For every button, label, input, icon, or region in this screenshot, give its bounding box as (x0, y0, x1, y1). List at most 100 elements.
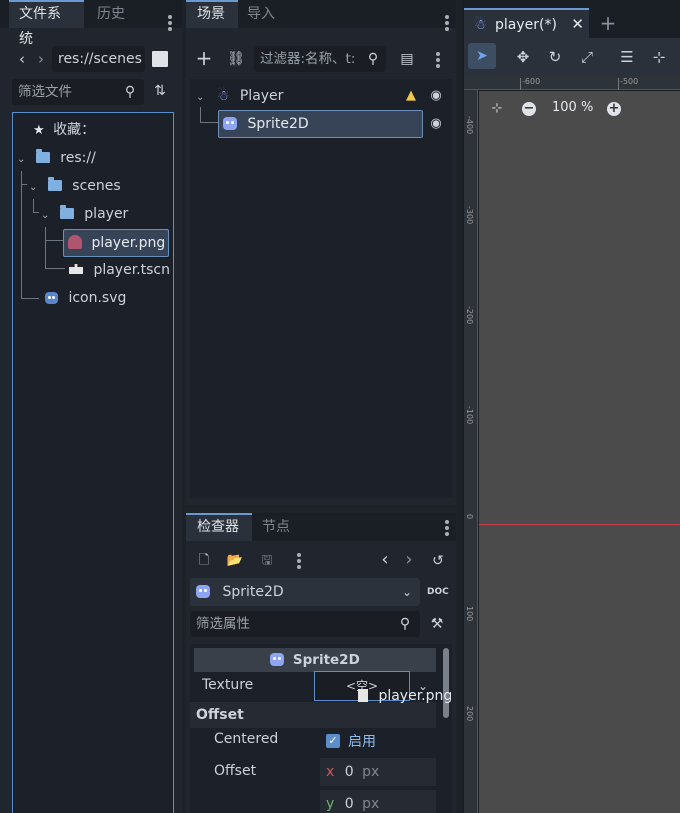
scale-tool-icon[interactable]: ⤢ (578, 47, 596, 67)
history-back-icon[interactable]: ‹ (378, 550, 392, 570)
history-forward-icon[interactable]: › (402, 550, 416, 570)
link-icon[interactable]: ⛓ (226, 49, 246, 69)
tree-item-icon-svg[interactable]: icon.svg (45, 285, 126, 311)
tree-item-label: player.png (91, 235, 166, 251)
tree-item-label: player.tscn (93, 262, 170, 278)
scene-menu-icon[interactable] (445, 15, 449, 31)
forward-icon[interactable]: › (33, 49, 49, 69)
drag-preview-label: player.png (378, 688, 453, 704)
property-filter-input[interactable]: 筛选属性 (190, 611, 420, 637)
doc-icon[interactable]: DOC (427, 582, 449, 602)
file-icon (358, 689, 368, 702)
search-icon: ⚲ (124, 84, 136, 100)
inspector-menu-icon[interactable] (445, 520, 449, 536)
scene-tabbar: 场景 导入 (186, 0, 456, 31)
center-view-icon[interactable]: ⊹ (488, 99, 506, 119)
sort-icon[interactable]: ⇅ (151, 81, 169, 101)
scene-tab[interactable]: ☃ player(*) ✕ (464, 8, 589, 38)
node-select-value: Sprite2D (222, 584, 284, 600)
unit-label: px (362, 764, 380, 780)
add-node-icon[interactable]: + (194, 48, 214, 68)
favorites-row[interactable]: ★ 收藏： (33, 117, 95, 143)
ruler-label: -300 (465, 206, 474, 225)
tree-item-player-folder[interactable]: ⌄ player (41, 201, 128, 227)
close-icon[interactable]: ✕ (571, 15, 584, 33)
tools-icon[interactable]: ⚒ (428, 614, 446, 634)
ruler-label: -100 (465, 406, 474, 425)
tab-history[interactable]: 历史 (87, 0, 135, 28)
left-ruler: -400 -300 -200 -100 0 100 200 (464, 90, 478, 813)
zoom-out-button[interactable]: − (522, 102, 536, 116)
visibility-eye-icon[interactable]: ◉ (428, 86, 444, 106)
tree-item-label: player (84, 206, 129, 222)
chevron-down-icon: ⌄ (41, 210, 50, 221)
rotate-tool-icon[interactable]: ↻ (546, 47, 564, 67)
tab-scene[interactable]: 场景 (186, 0, 238, 28)
tree-item-label: icon.svg (68, 290, 127, 306)
drag-preview: player.png (358, 688, 452, 704)
ruler-tick (520, 78, 521, 90)
editor-toolbar: ➤ ✥ ↻ ⤢ ☰ ⊹ (464, 38, 680, 76)
section-header[interactable]: Sprite2D (194, 648, 436, 672)
tab-import[interactable]: 导入 (237, 0, 285, 28)
centered-checkbox[interactable]: ✓ (326, 734, 340, 748)
centered-value: 启用 (348, 734, 376, 750)
zoom-level[interactable]: 100 % (552, 100, 593, 115)
node-select[interactable]: Sprite2D (190, 578, 420, 606)
godot-icon (45, 292, 58, 304)
tree-item-res[interactable]: ⌄ res:// (17, 145, 96, 171)
offset-y-field[interactable]: y 0 px (320, 790, 436, 813)
pivot-tool-icon[interactable]: ⊹ (650, 47, 668, 67)
node-player[interactable]: ⌄ ☃ Player (196, 83, 283, 109)
filesystem-menu-icon[interactable] (168, 15, 172, 31)
list-select-icon[interactable]: ☰ (618, 47, 636, 67)
scene-tab-title: player(*) (495, 17, 557, 33)
script-add-icon[interactable]: ▤ (398, 49, 416, 69)
tree-item-player-png[interactable]: player.png (63, 229, 169, 257)
history-icon[interactable]: ↺ (429, 551, 447, 571)
tree-item-label: scenes (72, 178, 121, 194)
node-sprite2d[interactable]: Sprite2D (218, 110, 423, 138)
search-icon: ⚲ (399, 616, 411, 632)
node-label: Player (239, 88, 284, 104)
ruler-label: -400 (465, 116, 474, 135)
node-label: Sprite2D (247, 116, 309, 132)
character-icon: ☃ (216, 88, 230, 104)
new-resource-icon[interactable]: 🗋 (195, 551, 213, 571)
inspector-dock: 检查器 节点 🗋 📂 🖫 ‹ › ↺ Sprite2D ⌄ DOC 筛选属性 ⚲… (186, 513, 456, 813)
ruler-label: 100 (465, 606, 474, 622)
tree-line (33, 199, 34, 213)
select-tool-button[interactable]: ➤ (468, 43, 496, 69)
offset-group-title: Offset (196, 707, 244, 723)
tree-item-player-tscn[interactable]: player.tscn (69, 257, 170, 283)
viewport-canvas[interactable] (479, 91, 680, 813)
y-axis-label: y (326, 796, 335, 812)
offset-group-header[interactable]: Offset (190, 702, 436, 728)
move-tool-icon[interactable]: ✥ (514, 47, 532, 67)
open-folder-icon[interactable]: 📂 (226, 551, 244, 571)
tree-line (45, 227, 46, 269)
add-tab-icon[interactable]: + (599, 13, 617, 33)
inspector-tabbar: 检查器 节点 (186, 513, 456, 541)
resource-menu-icon[interactable] (297, 553, 301, 569)
back-icon[interactable]: ‹ (14, 49, 30, 69)
character-icon: ☃ (474, 17, 487, 33)
tab-inspector[interactable]: 检查器 (186, 513, 252, 541)
offset-x-field[interactable]: x 0 px (320, 758, 436, 786)
x-axis-label: x (326, 764, 335, 780)
scene-tools-menu-icon[interactable] (436, 52, 440, 68)
path-field[interactable]: res://scenes (52, 46, 145, 72)
tree-item-scenes[interactable]: ⌄ scenes (29, 173, 121, 199)
warning-icon[interactable]: ▲ (403, 86, 419, 106)
ruler-label: -200 (465, 306, 474, 325)
split-mode-icon[interactable] (152, 51, 168, 67)
search-icon: ⚲ (367, 51, 379, 67)
scrollbar[interactable] (443, 648, 449, 718)
zoom-in-button[interactable]: + (607, 102, 621, 116)
tab-node[interactable]: 节点 (252, 513, 300, 541)
visibility-eye-icon[interactable]: ◉ (428, 114, 444, 134)
tab-filesystem[interactable]: 文件系统 (9, 0, 84, 47)
tree-line (45, 268, 65, 269)
ruler-label: 0 (465, 514, 474, 520)
save-icon[interactable]: 🖫 (258, 551, 276, 571)
